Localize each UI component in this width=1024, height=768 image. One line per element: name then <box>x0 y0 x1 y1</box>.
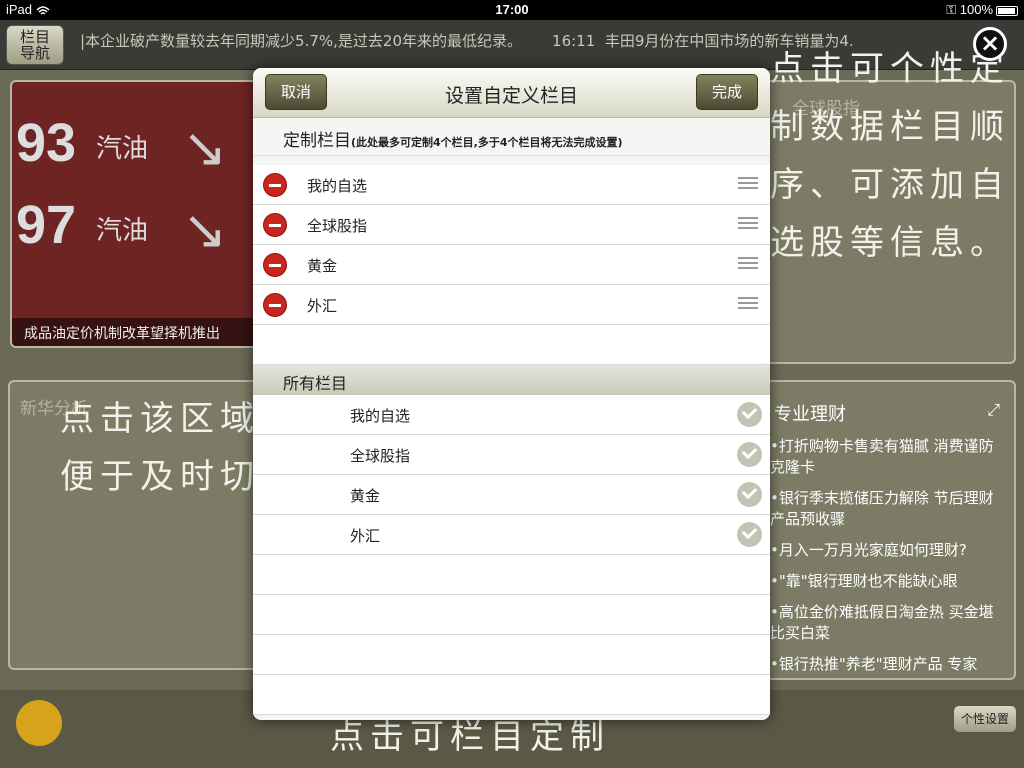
status-bar: iPad 17:00 ⚿ 100% <box>0 0 1024 20</box>
checkmark-circle-icon[interactable] <box>737 442 762 467</box>
empty-row <box>253 675 770 715</box>
grip-lines-icon[interactable] <box>738 217 758 231</box>
custom-column-row[interactable]: 我的自选 <box>253 165 770 205</box>
finance-news-list: •打折购物卡售卖有猫腻 消费谨防克隆卡 •银行季末揽储压力解除 节后理财产品预收骤… <box>770 436 1002 685</box>
all-column-row[interactable]: 全球股指 <box>253 435 770 475</box>
custom-column-label: 外汇 <box>307 297 338 315</box>
close-icon[interactable]: × <box>973 27 1007 61</box>
clock: 17:00 <box>495 2 529 17</box>
custom-column-row[interactable]: 外汇 <box>253 285 770 325</box>
empty-row <box>253 635 770 675</box>
done-button[interactable]: 完成 <box>696 74 758 110</box>
all-column-label: 外汇 <box>350 527 381 545</box>
finance-news-item[interactable]: •高位金价难抵假日淘金热 买金堪比买白菜 <box>770 602 1002 644</box>
finance-panel-title: 专业理财 <box>774 404 846 425</box>
battery-status: ⚿ 100% <box>946 2 1018 18</box>
mascot-icon <box>16 700 62 746</box>
minus-circle-icon[interactable] <box>263 253 287 277</box>
all-column-label: 我的自选 <box>350 407 411 425</box>
finance-news-item[interactable]: •月入一万月光家庭如何理财? <box>770 540 1002 561</box>
all-column-row[interactable]: 黄金 <box>253 475 770 515</box>
checkmark-circle-icon[interactable] <box>737 482 762 507</box>
all-column-label: 全球股指 <box>350 447 411 465</box>
all-columns-header: 所有栏目 <box>253 365 770 395</box>
finance-news-item[interactable]: •"靠"银行理财也不能缺心眼 <box>770 571 1002 592</box>
all-column-label: 黄金 <box>350 487 381 505</box>
column-nav-button[interactable]: 栏目 导航 <box>6 25 64 65</box>
finance-news-item[interactable]: •打折购物卡售卖有猫腻 消费谨防克隆卡 <box>770 436 1002 478</box>
grip-lines-icon[interactable] <box>738 177 758 191</box>
grip-lines-icon[interactable] <box>738 297 758 311</box>
custom-column-row[interactable]: 黄金 <box>253 245 770 285</box>
custom-section-header: 定制栏目(此处最多可定制4个栏目,多于4个栏目将无法完成设置) <box>253 118 770 156</box>
empty-row <box>253 555 770 595</box>
down-arrow-icon: ↘ <box>182 198 228 261</box>
expand-icon[interactable]: ⤢ <box>987 400 1000 420</box>
finance-panel[interactable]: 专业理财 ⤢ •打折购物卡售卖有猫腻 消费谨防克隆卡 •银行季末揽储压力解除 节后… <box>760 380 1016 680</box>
empty-row <box>253 595 770 635</box>
custom-column-label: 我的自选 <box>307 177 368 195</box>
hint-customize-columns: 点击可个性定制数据栏目顺序、可添加自选股等信息。 <box>770 49 1010 263</box>
hint-switch-area: 点击该区域便于及时切 <box>60 399 260 497</box>
checkmark-circle-icon[interactable] <box>737 522 762 547</box>
custom-column-label: 黄金 <box>307 257 338 275</box>
all-column-row[interactable]: 外汇 <box>253 515 770 555</box>
dialog-header: 取消 设置自定义栏目 完成 <box>253 68 770 118</box>
fuel-97-sign: 97 汽油 ↘ <box>16 195 228 261</box>
all-column-row[interactable]: 我的自选 <box>253 395 770 435</box>
custom-column-label: 全球股指 <box>307 217 368 235</box>
checkmark-circle-icon[interactable] <box>737 402 762 427</box>
finance-news-item[interactable]: •银行热推"养老"理财产品 专家 <box>770 654 1002 675</box>
custom-column-row[interactable]: 全球股指 <box>253 205 770 245</box>
custom-columns-dialog: 取消 设置自定义栏目 完成 定制栏目(此处最多可定制4个栏目,多于4个栏目将无法… <box>253 68 770 720</box>
battery-icon <box>996 5 1018 16</box>
dialog-title: 设置自定义栏目 <box>444 85 578 107</box>
minus-circle-icon[interactable] <box>263 293 287 317</box>
down-arrow-icon: ↘ <box>182 116 228 179</box>
fuel-93-sign: 93 汽油 ↘ <box>16 113 228 179</box>
empty-row <box>253 325 770 365</box>
finance-news-item[interactable]: •银行季末揽储压力解除 节后理财产品预收骤 <box>770 488 1002 530</box>
minus-circle-icon[interactable] <box>263 173 287 197</box>
minus-circle-icon[interactable] <box>263 213 287 237</box>
grip-lines-icon[interactable] <box>738 257 758 271</box>
personal-settings-button[interactable]: 个性设置 <box>954 706 1016 732</box>
